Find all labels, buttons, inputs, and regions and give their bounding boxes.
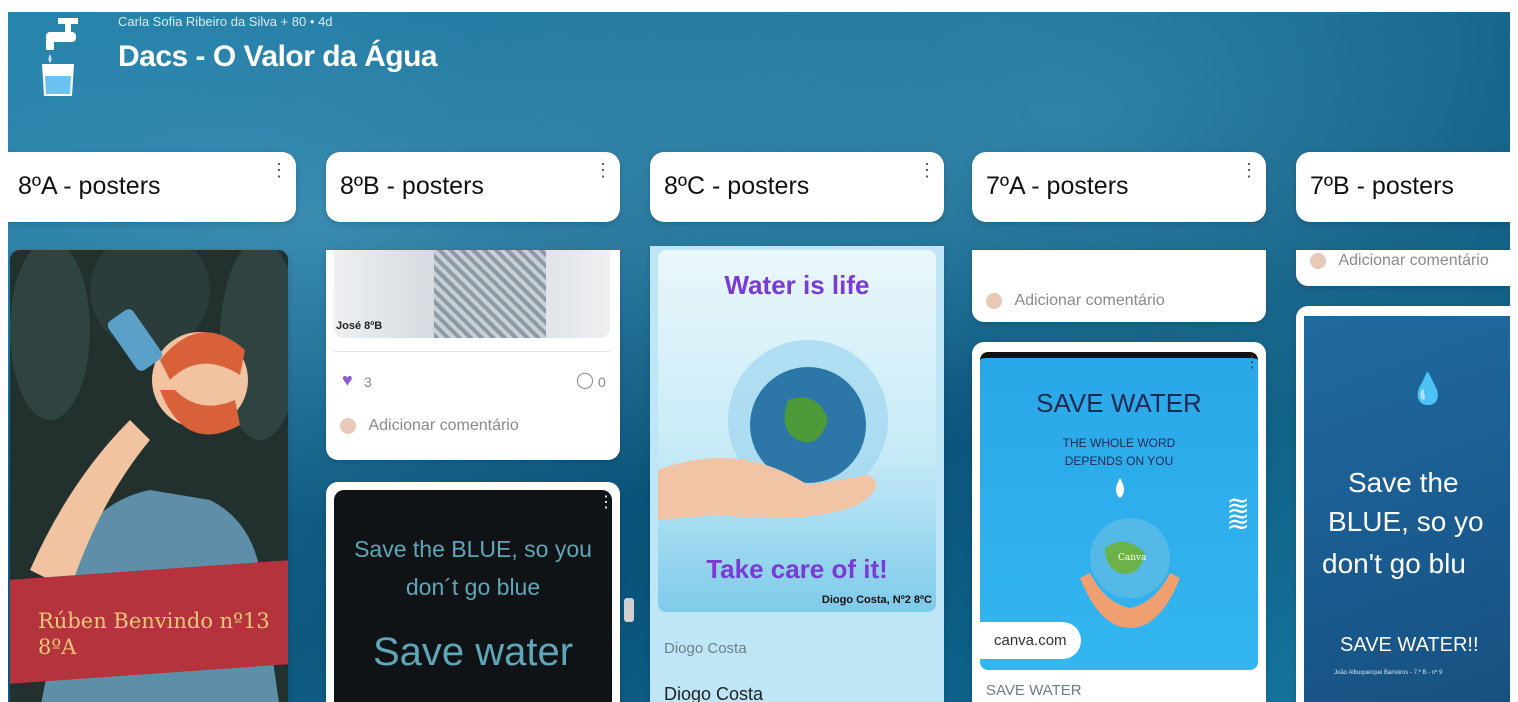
wave-decoration: ≋ ≋ <box>1226 490 1250 537</box>
more-vert-icon[interactable]: ⋮ <box>1240 160 1258 181</box>
heart-icon[interactable]: ♥ <box>342 370 353 391</box>
column-header-8b[interactable]: 8ºB - posters ⋮ <box>326 152 620 222</box>
column-header-7a[interactable]: 7ºA - posters ⋮ <box>972 152 1266 222</box>
post-card-8a[interactable]: Rúben Benvindo nº13 8ºA <box>10 250 288 702</box>
frame-border <box>1510 0 1518 702</box>
post-card-7a-1[interactable]: Adicionar comentário <box>972 250 1266 322</box>
add-comment-text: Adicionar comentário <box>368 417 519 434</box>
poster-water-is-life: Water is life Take care of it! Diogo Cos… <box>658 250 936 612</box>
frame-border <box>0 0 8 702</box>
post-card-8c[interactable]: Water is life Take care of it! Diogo Cos… <box>650 246 944 702</box>
comment-icon[interactable]: ◯ <box>576 370 594 390</box>
more-vert-icon[interactable]: ⋮ <box>1244 352 1260 372</box>
author-name[interactable]: Carla Sofia Ribeiro da Silva <box>118 14 277 29</box>
board-background: Carla Sofia Ribeiro da Silva + 80 • 4d D… <box>8 12 1510 702</box>
water-glass-photo <box>434 250 546 338</box>
poster-credit: João Albuquerque Barreiros - 7.º B - nº … <box>1334 670 1443 676</box>
more-vert-icon[interactable]: ⋮ <box>598 492 614 512</box>
post-card-8b-1[interactable]: José 8ºB ♥ 3 ◯ 0 Adicionar comentário <box>326 250 620 460</box>
add-comment-row[interactable]: Adicionar comentário <box>1310 252 1489 270</box>
poster-sub: THE WHOLE WORD <box>1062 436 1176 450</box>
poster-line: Save the BLUE, so you <box>354 536 592 562</box>
post-image: José 8ºB <box>334 250 610 338</box>
poster-signature: Diogo Costa, Nº2 8ºC <box>821 594 932 606</box>
avatar <box>1310 252 1326 269</box>
poster-line: don´t go blue <box>405 574 541 600</box>
frame-border <box>0 0 1518 12</box>
post-author: Diogo Costa <box>664 640 747 657</box>
padlet-board-window: Carla Sofia Ribeiro da Silva + 80 • 4d D… <box>0 0 1518 702</box>
more-vert-icon[interactable]: ⋮ <box>270 160 288 181</box>
column-title: 8ºA - posters <box>18 172 161 200</box>
poster-caption: Rúben Benvindo nº13 8ºA <box>38 609 270 659</box>
post-caption: SAVE WATER <box>986 682 1082 699</box>
poster-bottom-text: Take care of it! <box>706 554 888 584</box>
water-drops-icon: 💧 <box>1409 373 1447 406</box>
poster-save-the-blue: 💧 Save the BLUE, so yo don't go blu SAVE… <box>1304 316 1510 702</box>
poster-top-text: Water is life <box>724 270 870 300</box>
avatar <box>340 417 356 434</box>
comment-count: 0 <box>598 374 606 390</box>
more-vert-icon[interactable]: ⋮ <box>594 160 612 181</box>
more-vert-icon[interactable]: ⋮ <box>918 160 936 181</box>
poster-sub: DEPENDS ON YOU <box>1064 454 1174 468</box>
image-label: José 8ºB <box>336 320 383 332</box>
poster-heading: SAVE WATER <box>1036 388 1202 418</box>
globe-in-hands-icon: Canva <box>1080 478 1180 628</box>
poster-footer: SAVE WATER!! <box>1340 634 1479 656</box>
add-comment-text: Adicionar comentário <box>1014 292 1165 309</box>
column-header-8c[interactable]: 8ºC - posters ⋮ <box>650 152 944 222</box>
poster-line: BLUE, so yo <box>1328 506 1484 537</box>
meta-separator: • <box>309 14 319 29</box>
post-card-8b-2[interactable]: Save the BLUE, so you don´t go blue Save… <box>326 482 620 702</box>
add-comment-row[interactable]: Adicionar comentário <box>986 292 1165 310</box>
board-header: Carla Sofia Ribeiro da Silva + 80 • 4d D… <box>8 12 1510 122</box>
avatar <box>986 292 1002 309</box>
post-card-7b-2[interactable]: 💧 Save the BLUE, so yo don't go blu SAVE… <box>1296 306 1510 702</box>
column-title: 8ºC - posters <box>664 172 810 200</box>
poster-line: Save the <box>1348 467 1459 498</box>
water-tap-glass-icon <box>42 18 78 96</box>
poster-save-water: SAVE WATER THE WHOLE WORD DEPENDS ON YOU… <box>980 352 1258 670</box>
divider <box>334 351 610 352</box>
post-card-7b-1[interactable]: Adicionar comentário <box>1296 250 1510 286</box>
poster-dark: Save the BLUE, so you don´t go blue Save… <box>334 490 612 702</box>
like-count: 3 <box>364 374 372 390</box>
contributors-count[interactable]: + 80 <box>281 14 307 29</box>
link-chip[interactable]: canva.com <box>980 622 1081 659</box>
column-title: 7ºB - posters <box>1310 172 1454 200</box>
column-title: 8ºB - posters <box>340 172 484 200</box>
add-comment-text: Adicionar comentário <box>1338 252 1489 269</box>
poster-headline: Save water <box>372 630 574 674</box>
post-title: Diogo Costa <box>664 684 764 702</box>
globe-in-hands <box>658 340 888 520</box>
add-comment-row[interactable]: Adicionar comentário <box>340 417 519 435</box>
column-title: 7ºA - posters <box>986 172 1129 200</box>
board-meta: Carla Sofia Ribeiro da Silva + 80 • 4d <box>118 14 333 29</box>
column-header-8a[interactable]: 8ºA - posters ⋮ <box>8 152 296 222</box>
board-title: Dacs - O Valor da Água <box>118 40 438 73</box>
scrollbar-thumb[interactable] <box>624 598 634 622</box>
column-header-7b[interactable]: 7ºB - posters <box>1296 152 1510 222</box>
board-age: 4d <box>318 14 333 29</box>
globe-label: Canva <box>1118 553 1147 563</box>
post-card-7a-2[interactable]: SAVE WATER THE WHOLE WORD DEPENDS ON YOU… <box>972 342 1266 702</box>
poster-line: don't go blu <box>1322 548 1466 579</box>
